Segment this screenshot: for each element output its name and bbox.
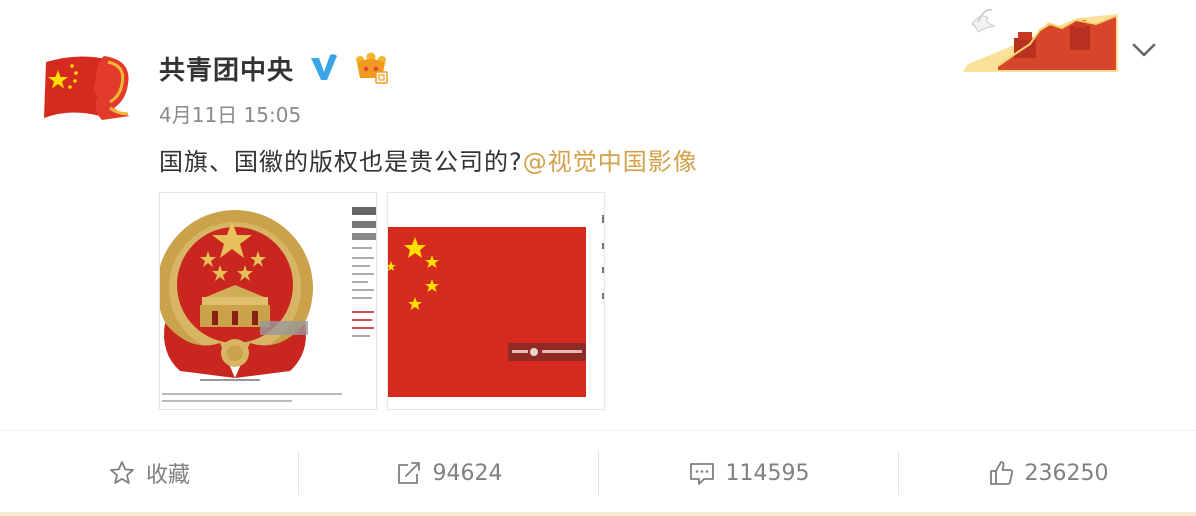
user-header: 共青团中央 xyxy=(159,48,388,88)
share-icon xyxy=(397,462,420,484)
comment-button[interactable]: 114595 xyxy=(599,431,898,515)
post-image-flag[interactable] xyxy=(387,192,605,410)
favorite-button[interactable]: 收藏 xyxy=(0,431,298,515)
like-button[interactable]: 236250 xyxy=(899,431,1196,515)
national-emblem-image xyxy=(160,193,376,409)
repost-count: 94624 xyxy=(432,460,503,486)
weibo-post-card: 共青团中央 4月11日 15:05 国旗、国徽的版权也是贵公司的?@视觉中国影像 xyxy=(0,0,1196,516)
chevron-down-icon[interactable] xyxy=(1130,38,1158,62)
action-bar: 收藏 94624 114595 236250 xyxy=(0,430,1196,515)
comment-icon xyxy=(689,463,714,485)
post-text: 国旗、国徽的版权也是贵公司的?@视觉中国影像 xyxy=(159,142,698,177)
avatar[interactable] xyxy=(40,50,136,126)
post-image-emblem[interactable] xyxy=(159,192,377,410)
avatar-logo-icon xyxy=(44,56,130,120)
thumbs-up-icon xyxy=(989,461,1013,485)
card-bottom-border xyxy=(0,512,1196,516)
comment-count: 114595 xyxy=(725,460,810,486)
star-icon xyxy=(110,461,134,484)
repost-button[interactable]: 94624 xyxy=(299,431,598,515)
national-flag-image xyxy=(388,193,604,409)
verified-v-icon[interactable] xyxy=(308,52,340,84)
great-wall-banner xyxy=(958,4,1118,74)
like-count: 236250 xyxy=(1024,460,1109,486)
post-timestamp[interactable]: 4月11日 15:05 xyxy=(159,99,301,128)
great-wall-dove-icon xyxy=(958,4,1118,74)
crown-member-icon[interactable] xyxy=(354,51,388,85)
post-text-body: 国旗、国徽的版权也是贵公司的? xyxy=(159,148,523,176)
user-name[interactable]: 共青团中央 xyxy=(159,50,294,87)
mention-link[interactable]: @视觉中国影像 xyxy=(523,148,698,176)
favorite-label: 收藏 xyxy=(145,463,190,488)
